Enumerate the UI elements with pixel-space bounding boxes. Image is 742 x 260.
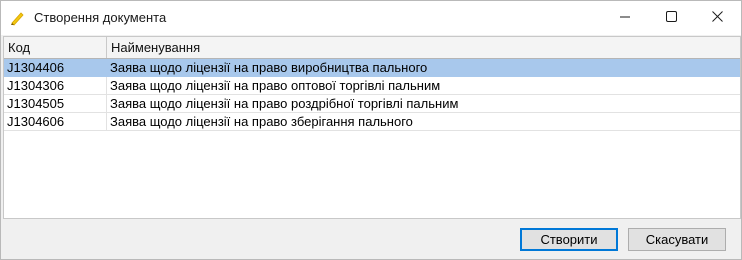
title-bar[interactable]: Створення документа [1,1,741,35]
maximize-button[interactable] [648,1,694,35]
minimize-button[interactable] [602,1,648,35]
cell-code: J1304505 [4,95,107,112]
table-row[interactable]: J1304306 Заява щодо ліцензії на право оп… [4,77,740,95]
cell-code: J1304306 [4,77,107,94]
cell-name: Заява щодо ліцензії на право оптової тор… [110,78,441,93]
cell-name: Заява щодо ліцензії на право роздрібної … [110,96,459,111]
table-row[interactable]: J1304505 Заява щодо ліцензії на право ро… [4,95,740,113]
column-header-name[interactable]: Найменування [107,37,740,58]
cell-code: J1304406 [4,59,107,76]
close-button[interactable] [694,1,740,35]
minimize-icon [620,9,630,27]
cell-name: Заява щодо ліцензії на право виробництва… [110,60,428,75]
create-button[interactable]: Створити [520,228,618,251]
document-types-table: Код Найменування J1304406 Заява щодо ліц… [3,36,741,219]
maximize-icon [665,9,677,27]
table-row[interactable]: J1304406 Заява щодо ліцензії на право ви… [4,59,740,77]
close-icon [711,9,723,27]
column-header-code[interactable]: Код [4,37,107,58]
table-row[interactable]: J1304606 Заява щодо ліцензії на право зб… [4,113,740,131]
cell-code: J1304606 [4,113,107,130]
table-header: Код Найменування [4,37,740,59]
cell-name: Заява щодо ліцензії на право зберігання … [110,114,413,129]
window-title: Створення документа [34,10,167,25]
create-document-dialog: Створення документа Код Найменування J13… [0,0,742,260]
cancel-button[interactable]: Скасувати [628,228,726,251]
pen-icon [10,10,26,26]
